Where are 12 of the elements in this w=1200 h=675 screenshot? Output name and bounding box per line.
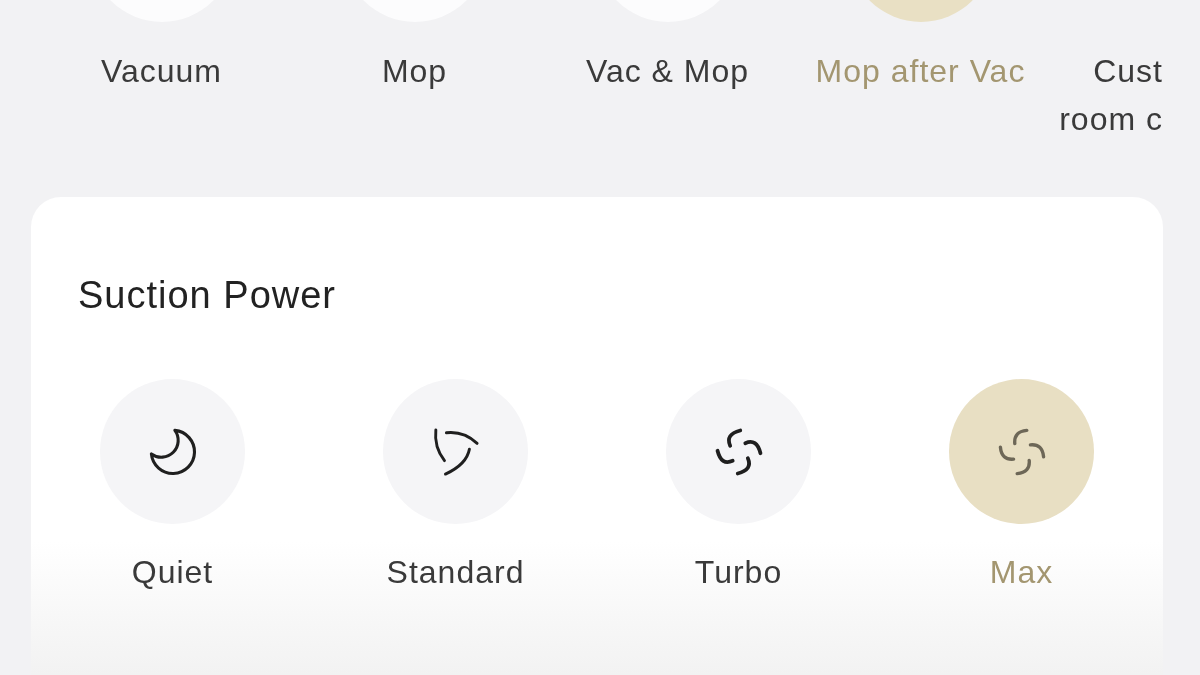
fan-icon — [714, 427, 763, 476]
suction-option-label[interactable]: Quiet — [131, 548, 214, 596]
mode-label[interactable]: Mop — [381, 47, 448, 95]
mode-label[interactable]: Vac & Mop — [585, 47, 750, 95]
suction-option-label[interactable]: Turbo — [694, 548, 783, 596]
moon-icon — [148, 427, 197, 476]
mode-label[interactable]: Vacuum — [101, 47, 222, 95]
mode-label[interactable]: Cust room c — [1047, 47, 1163, 143]
section-title: Suction Power — [78, 273, 336, 317]
suction-option-label[interactable]: Standard — [386, 548, 525, 596]
fan-icon — [997, 427, 1046, 476]
three-blade-fan-icon — [431, 427, 480, 476]
